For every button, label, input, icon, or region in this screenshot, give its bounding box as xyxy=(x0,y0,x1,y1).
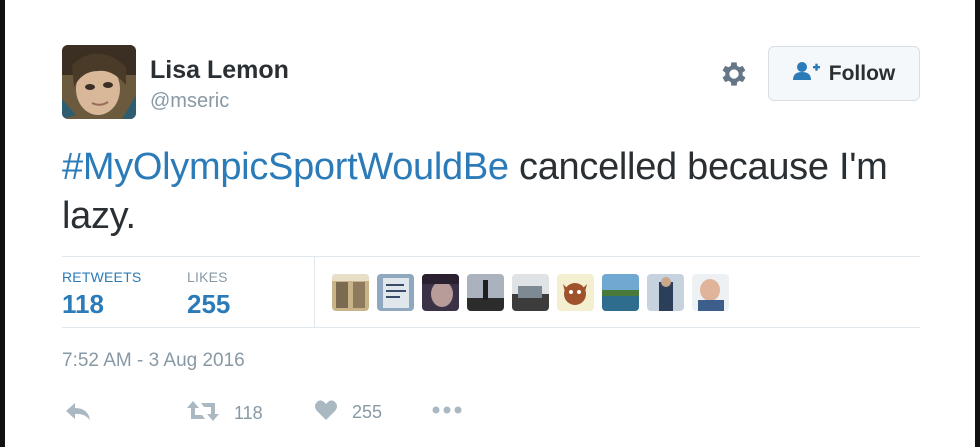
liker-avatar[interactable] xyxy=(377,274,414,311)
retweet-count: 118 xyxy=(234,403,263,423)
reply-icon xyxy=(64,399,92,428)
liker-avatar[interactable] xyxy=(467,274,504,311)
tweet-actions: 118 255 xyxy=(62,396,562,428)
window-frame-right xyxy=(975,0,980,447)
more-button[interactable] xyxy=(432,402,462,420)
liker-avatar[interactable] xyxy=(692,274,729,311)
stats-vertical-divider xyxy=(314,257,315,327)
liker-avatar[interactable] xyxy=(602,274,639,311)
stats-bottom-divider xyxy=(62,327,920,328)
likes-label: LIKES xyxy=(187,269,228,285)
tweet-timestamp[interactable]: 7:52 AM - 3 Aug 2016 xyxy=(62,350,245,372)
liker-avatar[interactable] xyxy=(512,274,549,311)
retweet-button[interactable]: 118 xyxy=(186,399,263,428)
like-count: 255 xyxy=(352,402,383,422)
follow-button-label: Follow xyxy=(828,61,896,85)
settings-gear-icon[interactable] xyxy=(718,58,750,90)
likes-stat[interactable]: LIKES 255 xyxy=(187,269,230,320)
reply-button[interactable] xyxy=(64,399,92,428)
heart-icon xyxy=(314,399,338,426)
user-handle[interactable]: @mseric xyxy=(150,90,229,113)
tweet-hashtag-link[interactable]: #MyOlympicSportWouldBe xyxy=(62,146,509,188)
follow-person-plus-icon xyxy=(792,61,821,86)
likes-count: 255 xyxy=(187,289,231,319)
like-button[interactable]: 255 xyxy=(314,399,382,426)
retweets-stat[interactable]: RETWEETS 118 xyxy=(62,269,141,320)
retweet-icon xyxy=(186,399,220,428)
retweets-count: 118 xyxy=(62,289,104,319)
liker-avatar[interactable] xyxy=(557,274,594,311)
retweets-label: RETWEETS xyxy=(62,269,142,285)
stats-top-divider xyxy=(62,256,920,257)
tweet-card: Lisa Lemon @mseric Follow #MyOlympicSpor… xyxy=(62,0,920,447)
tweet-text: #MyOlympicSportWouldBe cancelled because… xyxy=(62,143,920,241)
more-icon xyxy=(432,402,462,420)
window-frame-left xyxy=(0,0,5,447)
liker-avatar[interactable] xyxy=(332,274,369,311)
liker-avatars xyxy=(332,274,729,311)
liker-avatar[interactable] xyxy=(422,274,459,311)
follow-button[interactable]: Follow xyxy=(768,46,920,101)
user-display-name[interactable]: Lisa Lemon xyxy=(150,56,289,85)
liker-avatar[interactable] xyxy=(647,274,684,311)
avatar[interactable] xyxy=(62,45,136,119)
